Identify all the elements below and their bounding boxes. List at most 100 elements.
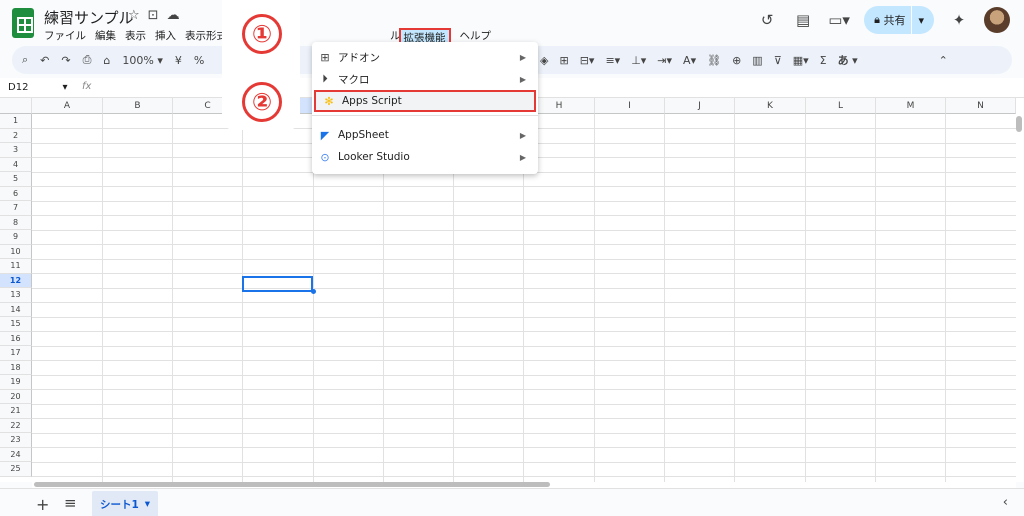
percent-button[interactable]: % [194, 54, 204, 67]
input-tools-button[interactable]: あ ▾ [838, 52, 858, 68]
row-header[interactable]: 17 [0, 346, 32, 361]
text-wrap-icon[interactable]: ⇥▾ [657, 54, 672, 67]
menu-item-addons[interactable]: ⊞ アドオン ▶ [312, 46, 538, 68]
fill-color-icon[interactable]: ◈ [540, 54, 548, 67]
grid-line [32, 273, 1016, 274]
row-header[interactable]: 7 [0, 201, 32, 216]
print-icon[interactable]: ⎙ [83, 53, 92, 67]
row-header[interactable]: 3 [0, 143, 32, 158]
row-header[interactable]: 4 [0, 157, 32, 172]
history-icon[interactable]: ↺ [756, 9, 778, 31]
menu-item-looker-studio[interactable]: ⊙ Looker Studio ▶ [312, 146, 538, 168]
document-title[interactable]: 練習サンプル [44, 7, 134, 28]
menu-file[interactable]: ファイル [44, 28, 86, 47]
row-header[interactable]: 14 [0, 302, 32, 317]
row-header[interactable]: 12 [0, 273, 32, 288]
row-header[interactable]: 25 [0, 462, 32, 477]
column-header[interactable]: L [806, 98, 876, 114]
redo-icon[interactable]: ↷ [61, 54, 70, 67]
text-rotate-icon[interactable]: A▾ [683, 54, 696, 67]
scroll-thumb[interactable] [34, 482, 550, 487]
column-header[interactable]: K [735, 98, 806, 114]
column-header[interactable]: A [32, 98, 103, 114]
row-header[interactable]: 2 [0, 128, 32, 143]
comments-icon[interactable]: ▤ [792, 9, 814, 31]
zoom-select[interactable]: 100% ▾ [122, 54, 162, 67]
row-header[interactable]: 20 [0, 389, 32, 404]
functions-button[interactable]: Σ [820, 54, 827, 67]
column-header[interactable]: I [595, 98, 665, 114]
merge-cells-icon[interactable]: ⊟▾ [580, 54, 595, 67]
chevron-down-icon[interactable]: ▾ [918, 14, 924, 27]
insert-comment-icon[interactable]: ⊕ [732, 54, 741, 67]
row-header[interactable]: 13 [0, 288, 32, 303]
search-icon[interactable]: ⌕ [22, 53, 28, 67]
fill-handle[interactable] [311, 289, 316, 294]
row-header[interactable]: 22 [0, 418, 32, 433]
meet-icon[interactable]: ▭▾ [828, 9, 850, 31]
borders-icon[interactable]: ⊞ [559, 54, 568, 67]
sheet-tab[interactable]: シート1 ▾ [92, 491, 158, 516]
row-header[interactable]: 24 [0, 447, 32, 462]
row-header[interactable]: 10 [0, 244, 32, 259]
column-header[interactable]: B [103, 98, 173, 114]
row-header[interactable]: 19 [0, 375, 32, 390]
column-header[interactable]: J [665, 98, 735, 114]
column-header[interactable]: N [946, 98, 1016, 114]
column-header[interactable]: M [876, 98, 946, 114]
move-folder-icon[interactable]: ⊡ [148, 8, 159, 23]
insert-chart-icon[interactable]: ▥ [752, 54, 762, 67]
chevron-down-icon[interactable]: ▾ [145, 498, 150, 510]
menu-item-apps-script[interactable]: ✻ Apps Script [314, 90, 536, 112]
paint-format-icon[interactable]: ⌂ [103, 54, 110, 67]
grid-line [664, 114, 665, 482]
menu-insert[interactable]: 挿入 [155, 28, 176, 47]
row-header[interactable]: 8 [0, 215, 32, 230]
currency-button[interactable]: ¥ [175, 54, 182, 67]
selected-cell[interactable] [242, 276, 313, 292]
undo-icon[interactable]: ↶ [40, 54, 49, 67]
menu-view[interactable]: 表示 [125, 28, 146, 47]
avatar[interactable] [984, 7, 1010, 33]
align-vertical-icon[interactable]: ⊥▾ [631, 54, 646, 67]
chevron-up-icon[interactable]: ⌃ [939, 54, 948, 67]
menu-item-appsheet[interactable]: ◤ AppSheet ▶ [312, 124, 538, 146]
grid-line [32, 447, 1016, 448]
name-box[interactable]: D12 ▾ [8, 82, 68, 93]
row-header[interactable]: 11 [0, 259, 32, 274]
row-header[interactable]: 9 [0, 230, 32, 245]
scroll-thumb[interactable] [1016, 116, 1022, 132]
grid-line [32, 345, 1016, 347]
align-horizontal-icon[interactable]: ≡▾ [605, 54, 620, 67]
link-icon[interactable]: ⛓ [707, 54, 721, 67]
row-header[interactable]: 23 [0, 433, 32, 448]
input-tool-label: あ [837, 54, 849, 67]
add-sheet-icon[interactable]: + [36, 495, 49, 514]
all-sheets-icon[interactable]: ≡ [64, 494, 77, 512]
gemini-sparkle-icon[interactable]: ✦ [948, 9, 970, 31]
spreadsheet-app: 練習サンプル ☆ ⊡ ☁ ファイル 編集 表示 挿入 表示形式 ル 拡張機能 ヘ… [0, 0, 1024, 516]
share-button[interactable]: 🔒︎ 共有 ▾ [864, 6, 934, 34]
row-header[interactable]: 6 [0, 186, 32, 201]
vertical-scrollbar[interactable] [1016, 98, 1024, 482]
menu-item-macros[interactable]: ⏵ マクロ ▶ [312, 68, 538, 90]
chevron-left-icon[interactable]: ‹ [1003, 495, 1008, 510]
sheets-logo-icon[interactable] [12, 8, 34, 38]
row-header[interactable]: 5 [0, 172, 32, 187]
select-all-corner[interactable] [0, 98, 32, 114]
lock-icon: 🔒︎ [874, 13, 880, 26]
row-header[interactable]: 21 [0, 404, 32, 419]
grid-line [32, 360, 1016, 361]
cloud-status-icon[interactable]: ☁ [167, 8, 180, 23]
row-header[interactable]: 1 [0, 114, 32, 129]
row-header[interactable]: 16 [0, 331, 32, 346]
row-header[interactable]: 15 [0, 317, 32, 332]
menu-edit[interactable]: 編集 [95, 28, 116, 47]
star-icon[interactable]: ☆ [128, 8, 140, 23]
row-header[interactable]: 18 [0, 360, 32, 375]
filter-views-icon[interactable]: ▦▾ [793, 54, 809, 67]
filter-icon[interactable]: ⊽ [774, 54, 782, 67]
grid-line [945, 114, 946, 482]
menu-format[interactable]: 表示形式 [185, 28, 227, 47]
cell-ref: D12 [8, 82, 29, 93]
